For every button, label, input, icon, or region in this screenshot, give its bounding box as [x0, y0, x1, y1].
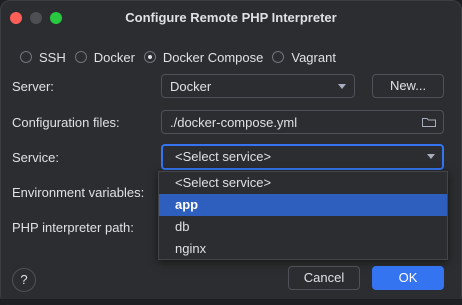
connection-type-group: SSH Docker Docker Compose Vagrant: [20, 48, 345, 66]
radio-docker-label: Docker: [93, 49, 135, 65]
chevron-down-icon: [338, 84, 346, 89]
window-bottom-edge: [0, 299, 462, 305]
new-server-button[interactable]: New...: [372, 74, 444, 98]
radio-vagrant[interactable]: Vagrant: [272, 50, 336, 65]
config-files-label: Configuration files:: [12, 115, 120, 130]
radio-ssh-label: SSH: [39, 49, 66, 65]
env-vars-label: Environment variables:: [12, 185, 145, 200]
service-option-select[interactable]: <Select service>: [159, 172, 447, 194]
radio-docker[interactable]: Docker: [74, 49, 135, 65]
server-select[interactable]: Docker: [161, 74, 355, 98]
title-bar: Configure Remote PHP Interpreter: [0, 0, 462, 34]
service-option-app[interactable]: app: [159, 194, 447, 216]
dialog-title: Configure Remote PHP Interpreter: [125, 10, 337, 25]
radio-docker-compose-indicator[interactable]: [143, 51, 156, 63]
dialog-window: Configure Remote PHP Interpreter SSH Doc…: [0, 0, 462, 305]
config-files-field[interactable]: ./docker-compose.yml: [161, 110, 444, 134]
service-option-db[interactable]: db: [159, 216, 447, 238]
service-label: Service:: [12, 150, 59, 165]
radio-vagrant-label: Vagrant: [291, 49, 336, 65]
radio-ssh[interactable]: SSH: [20, 50, 66, 65]
help-button[interactable]: ?: [12, 268, 36, 292]
service-select[interactable]: <Select service>: [161, 144, 444, 170]
config-files-value: ./docker-compose.yml: [170, 115, 298, 130]
server-label: Server:: [12, 79, 54, 94]
service-dropdown-list: <Select service> app db nginx: [158, 171, 448, 260]
radio-docker-compose[interactable]: Docker Compose: [143, 49, 264, 65]
chevron-down-icon: [427, 154, 435, 159]
server-select-value: Docker: [170, 79, 212, 94]
service-option-nginx[interactable]: nginx: [159, 238, 447, 260]
radio-docker-compose-label: Docker Compose: [162, 49, 264, 65]
radio-vagrant-indicator[interactable]: [272, 51, 285, 63]
ok-button[interactable]: OK: [372, 266, 444, 290]
php-path-label: PHP interpreter path:: [12, 220, 134, 235]
radio-docker-indicator[interactable]: [74, 51, 87, 63]
radio-ssh-indicator[interactable]: [20, 51, 32, 63]
cancel-button[interactable]: Cancel: [288, 266, 360, 290]
folder-icon[interactable]: [422, 117, 436, 127]
service-select-value: <Select service>: [175, 149, 272, 164]
